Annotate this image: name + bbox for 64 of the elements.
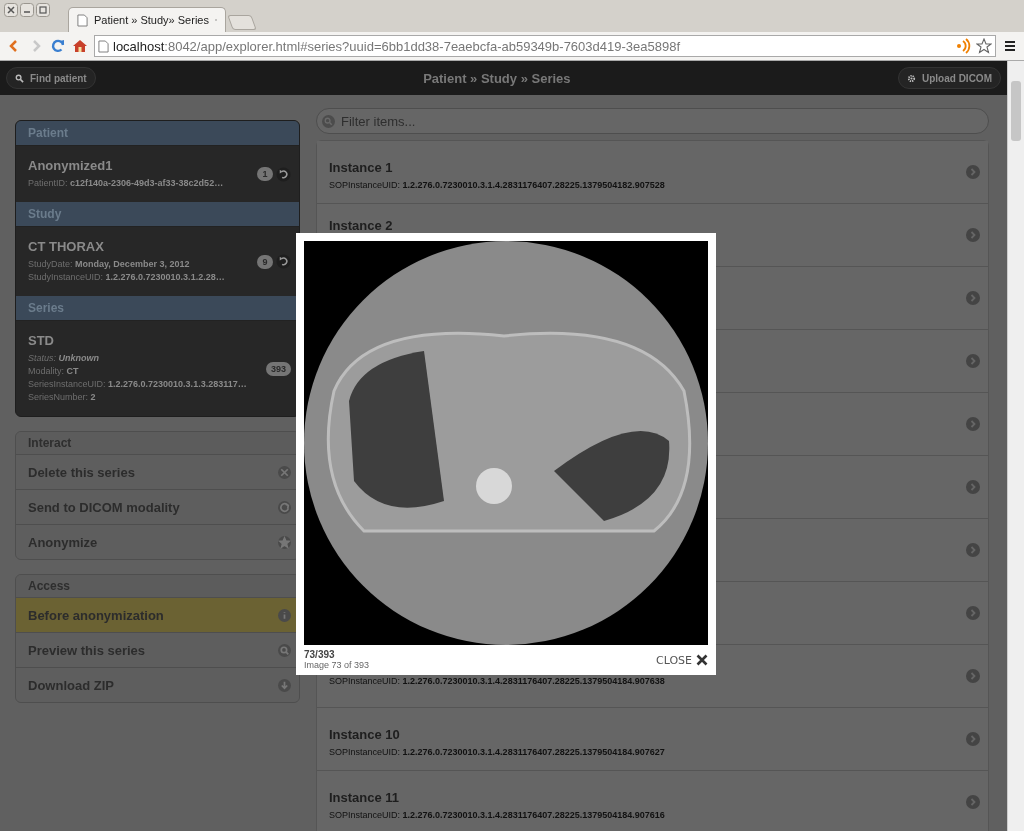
chevron-icon xyxy=(966,606,980,620)
maximize-icon[interactable] xyxy=(36,3,50,17)
chevron-icon xyxy=(966,795,980,809)
field-text: StudyDate: Monday, December 3, 2012 xyxy=(28,258,191,271)
feed-icon[interactable] xyxy=(956,38,972,54)
filter-field[interactable]: Filter items... xyxy=(316,108,989,134)
download-icon xyxy=(278,678,291,692)
chevron-icon xyxy=(966,165,980,179)
star-icon xyxy=(278,535,291,549)
instance-row[interactable]: Instance 11 SOPInstanceUID: 1.2.276.0.7230010.3.1.4.2831176407.28225.1379504184.907616 xyxy=(317,771,988,831)
address-field[interactable]: localhost:8042/app/explorer.html#series?uuid=6bb1dd38-7eaebcfa-ab59349b-7603d419-3ea5898f xyxy=(94,35,996,57)
reload-icon[interactable] xyxy=(50,38,66,54)
instance-uid: SOPInstanceUID: 1.2.276.0.7230010.3.1.4.2831176407.28225.1379504184.907627 xyxy=(329,746,666,757)
instance-title: Instance 11 xyxy=(329,789,401,805)
scrollbar[interactable] xyxy=(1007,61,1024,831)
star-icon[interactable] xyxy=(976,38,992,54)
field-text: PatientID: c12f140a-2306-49d3-af33-38c2d52… xyxy=(28,177,225,190)
search-icon xyxy=(15,73,24,83)
item-title: STD xyxy=(28,333,55,348)
undo-icon[interactable] xyxy=(276,254,291,269)
undo-icon[interactable] xyxy=(276,166,291,182)
new-tab-button[interactable] xyxy=(227,15,257,30)
field-text: Status: Unknown xyxy=(28,352,100,365)
chevron-icon xyxy=(966,228,980,242)
count-badge: 1 xyxy=(257,167,273,181)
instance-title: Instance 2 xyxy=(329,218,394,233)
instance-row[interactable]: Instance 1 SOPInstanceUID: 1.2.276.0.7230010.3.1.4.2831176407.28225.1379504182.907528 xyxy=(317,141,988,204)
info-icon xyxy=(278,608,291,622)
minimize-icon[interactable] xyxy=(20,3,34,17)
menu-icon[interactable] xyxy=(1002,38,1018,54)
count-badge: 393 xyxy=(265,361,291,376)
item-title: Anonymized1 xyxy=(28,158,114,173)
field-text: SeriesNumber: 2 xyxy=(28,391,97,404)
field-text: StudyInstanceUID: 1.2.276.0.7230010.3.1.2.28… xyxy=(28,271,226,284)
chevron-icon xyxy=(966,669,980,683)
field-text: Modality: CT xyxy=(28,365,80,378)
chevron-icon xyxy=(966,543,980,557)
instance-row[interactable]: Instance 10 SOPInstanceUID: 1.2.276.0.7230010.3.1.4.2831176407.28225.1379504184.907627 xyxy=(317,708,988,771)
field-text: SeriesInstanceUID: 1.2.276.0.7230010.3.1.3.283117… xyxy=(28,378,248,391)
chevron-icon xyxy=(966,480,980,494)
page-title: Patient » Study » Series xyxy=(423,70,571,86)
chevron-icon xyxy=(966,354,980,368)
instance-uid: SOPInstanceUID: 1.2.276.0.7230010.3.1.4.2831176407.28225.1379504184.907616 xyxy=(329,809,666,820)
close-button[interactable]: CLOSE xyxy=(656,653,708,667)
page-icon xyxy=(77,13,88,27)
upload-dicom-button[interactable]: Upload DICOM xyxy=(898,67,1001,89)
count-badge: 9 xyxy=(257,254,273,269)
page-icon xyxy=(98,39,109,53)
instance-uid: SOPInstanceUID: 1.2.276.0.7230010.3.1.4.2831176407.28225.1379504182.907528 xyxy=(329,179,666,190)
chevron-icon xyxy=(966,732,980,746)
search-icon xyxy=(278,643,291,657)
home-icon[interactable] xyxy=(72,38,88,54)
menu-item[interactable]: Before anonymization xyxy=(16,597,299,632)
chevron-icon xyxy=(966,417,980,431)
chevron-icon xyxy=(966,291,980,305)
instance-title: Instance 10 xyxy=(329,726,401,742)
search-icon xyxy=(322,115,335,128)
tab-title: Patient » Study» Series xyxy=(94,14,209,26)
instance-title: Instance 1 xyxy=(329,159,394,175)
browser-tab[interactable]: Patient » Study» Series xyxy=(68,7,226,32)
find-patient-button[interactable]: Find patient xyxy=(6,67,96,89)
gear-icon xyxy=(907,73,916,83)
instance-uid: SOPInstanceUID: 1.2.276.0.7230010.3.1.4.2831176407.28225.1379504184.907638 xyxy=(329,676,666,686)
item-title: CT THORAX xyxy=(28,239,105,254)
